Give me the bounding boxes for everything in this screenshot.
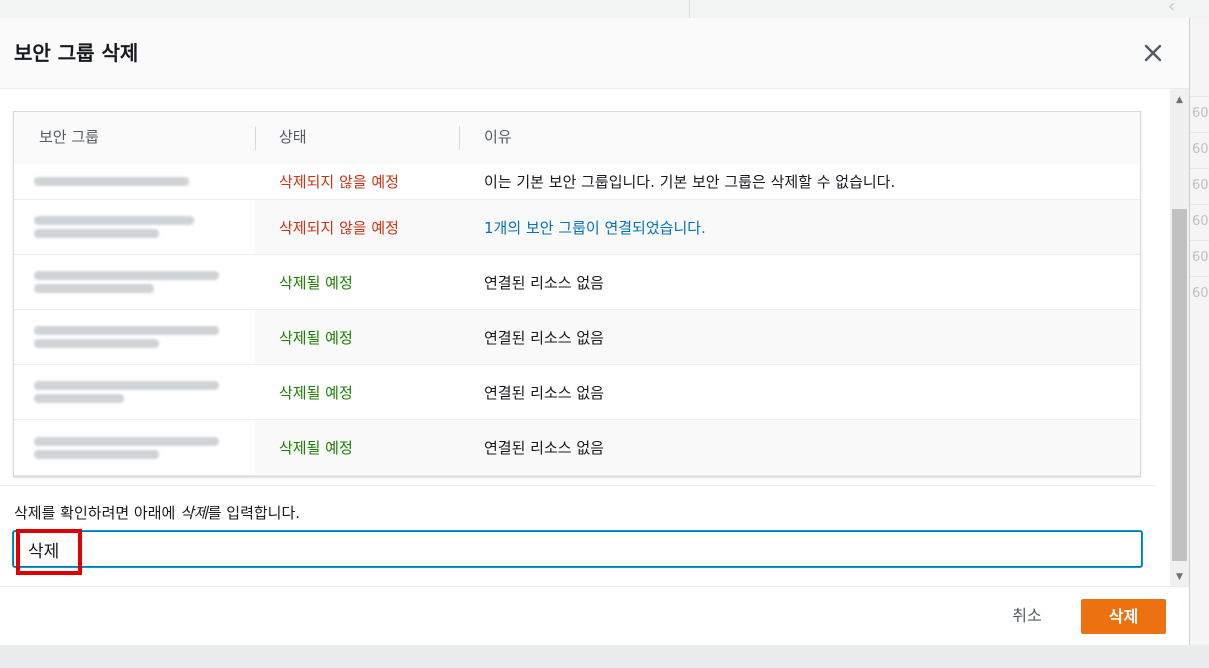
- table-header: 보안 그룹 상태 이유: [14, 112, 1140, 165]
- redacted-text: [34, 271, 219, 280]
- table-row[interactable]: 삭제될 예정 연결된 리소스 없음: [14, 310, 1140, 365]
- redacted-text: [34, 394, 124, 403]
- redacted-text: [34, 339, 159, 348]
- status-text: 삭제될 예정: [279, 328, 353, 347]
- background-topbar: ‹: [0, 0, 1209, 19]
- confirm-instruction: 삭제를 확인하려면 아래에 삭제를 입력합니다.: [14, 502, 300, 523]
- background-table-cell: 60: [1190, 240, 1209, 274]
- reason-link[interactable]: 1개의 보안 그룹이 연결되었습니다.: [484, 200, 706, 254]
- dialog-title: 보안 그룹 삭제: [14, 41, 139, 65]
- redacted-text: [34, 177, 189, 186]
- reason-text: 연결된 리소스 없음: [484, 383, 604, 402]
- redacted-text: [34, 449, 159, 459]
- dialog-body: 보안 그룹 상태 이유 삭제되지 않을 예정 이는 기본 보안 그룹입니다. 기본…: [0, 89, 1170, 586]
- column-header-reason[interactable]: 이유: [484, 112, 512, 164]
- background-table-cell: 60: [1190, 276, 1209, 310]
- close-button[interactable]: [1140, 40, 1166, 66]
- table-row[interactable]: 삭제되지 않을 예정 이는 기본 보안 그룹입니다. 기본 보안 그룹은 삭제할 …: [14, 164, 1140, 200]
- column-header-status[interactable]: 상태: [279, 112, 307, 164]
- dialog-footer: 취소 삭제: [0, 586, 1189, 645]
- security-group-name-redacted: [14, 200, 255, 254]
- confirm-instruction-suffix: 를 입력합니다.: [207, 504, 301, 522]
- status-text: 삭제될 예정: [279, 383, 353, 402]
- redacted-text: [34, 326, 219, 335]
- reason-text: 연결된 리소스 없음: [484, 328, 604, 347]
- delete-button[interactable]: 삭제: [1081, 599, 1166, 634]
- chevron-left-icon: ‹: [1168, 0, 1176, 17]
- redacted-text: [34, 216, 194, 225]
- section-divider: [0, 485, 1155, 486]
- delete-security-group-dialog: 보안 그룹 삭제 보안 그룹 상태 이유 삭제되지 않을 예정 이는 기본 보안 …: [0, 18, 1190, 645]
- security-group-table: 보안 그룹 상태 이유 삭제되지 않을 예정 이는 기본 보안 그룹입니다. 기본…: [13, 111, 1141, 477]
- redacted-text: [34, 229, 159, 238]
- reason-text: 연결된 리소스 없음: [484, 273, 604, 292]
- reason-text: 연결된 리소스 없음: [484, 439, 604, 457]
- redacted-text: [34, 284, 154, 293]
- table-row[interactable]: 삭제될 예정 연결된 리소스 없음: [14, 255, 1140, 310]
- column-divider: [459, 126, 460, 150]
- table-row[interactable]: 삭제될 예정 연결된 리소스 없음: [14, 420, 1140, 476]
- security-group-name-redacted: [14, 365, 255, 419]
- redacted-text: [34, 381, 219, 390]
- column-header-security-group[interactable]: 보안 그룹: [39, 112, 99, 164]
- background-table-cell: 60: [1190, 96, 1209, 130]
- status-text: 삭제되지 않을 예정: [279, 173, 399, 191]
- status-text: 삭제될 예정: [279, 273, 353, 292]
- confirm-keyword: 삭제: [180, 504, 208, 522]
- redacted-text: [34, 436, 219, 446]
- table-row[interactable]: 삭제될 예정 연결된 리소스 없음: [14, 365, 1140, 420]
- scroll-down-arrow-icon[interactable]: ▼: [1170, 568, 1189, 586]
- security-group-name-redacted: [14, 310, 255, 364]
- dialog-header: 보안 그룹 삭제: [0, 18, 1189, 89]
- confirm-delete-input[interactable]: [13, 531, 1142, 567]
- reason-text: 이는 기본 보안 그룹입니다. 기본 보안 그룹은 삭제할 수 없습니다.: [484, 173, 896, 191]
- background-divider: [689, 0, 690, 18]
- close-icon: [1144, 44, 1162, 62]
- security-group-name-redacted: [14, 164, 255, 199]
- column-divider: [255, 126, 256, 150]
- scroll-up-arrow-icon[interactable]: ▲: [1170, 91, 1189, 109]
- background-table-cell: 60: [1190, 204, 1209, 238]
- security-group-name-redacted: [14, 255, 255, 309]
- dialog-scrollbar[interactable]: ▲ ▼: [1170, 89, 1189, 586]
- table-row[interactable]: 삭제되지 않을 예정 1개의 보안 그룹이 연결되었습니다.: [14, 200, 1140, 255]
- security-group-name-redacted: [14, 420, 255, 475]
- cancel-button[interactable]: 취소: [994, 599, 1060, 633]
- status-text: 삭제되지 않을 예정: [279, 218, 399, 237]
- scrollbar-thumb[interactable]: [1172, 209, 1187, 561]
- status-text: 삭제될 예정: [279, 439, 353, 457]
- background-table-cell: 60: [1190, 168, 1209, 202]
- confirm-instruction-prefix: 삭제를 확인하려면 아래에: [14, 504, 181, 522]
- background-bottom: [0, 645, 1209, 668]
- background-table-cell: 60: [1190, 132, 1209, 166]
